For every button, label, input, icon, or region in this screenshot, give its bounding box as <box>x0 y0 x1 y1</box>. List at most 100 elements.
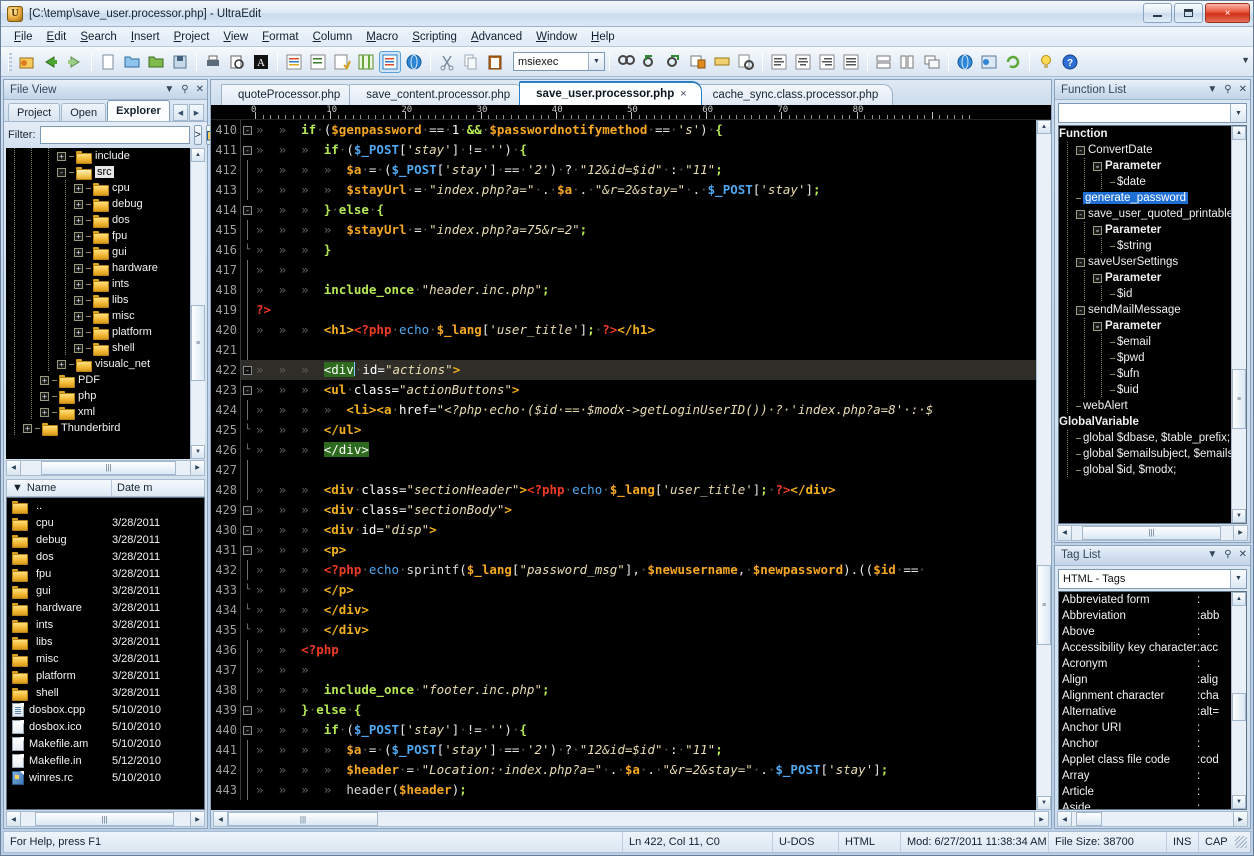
code-line[interactable]: 426└» » » </div> <box>211 440 1036 460</box>
file-list-row[interactable]: Makefile.in5/12/2010 <box>7 753 204 770</box>
function-list-item[interactable]: -Parameter <box>1059 270 1231 286</box>
scroll-right-icon[interactable]: ▶ <box>190 812 204 826</box>
tree-item[interactable]: +ints <box>6 276 190 292</box>
scroll-right-icon[interactable]: ▶ <box>1034 812 1048 826</box>
function-list-item[interactable]: -Parameter <box>1059 318 1231 334</box>
editor-horizontal-scrollbar[interactable]: ◀ ||| ▶ <box>213 811 1049 827</box>
open-folder-icon[interactable] <box>145 51 167 73</box>
tree-vertical-scrollbar[interactable]: ▲ ≡ ▼ <box>190 148 205 459</box>
scroll-thumb[interactable]: ≡ <box>191 305 205 381</box>
column-header-name[interactable]: ▼ Name <box>7 480 112 496</box>
tag-list-items[interactable]: Abbreviated form:Abbreviation:abbAbove:A… <box>1059 592 1231 809</box>
tab-scroll-right-icon[interactable]: ▶ <box>189 104 204 121</box>
tree-expander-icon[interactable]: + <box>74 280 83 289</box>
file-list-row[interactable]: shell3/28/2011 <box>7 685 204 702</box>
fold-marker[interactable] <box>241 320 254 340</box>
code-line[interactable]: 436» » <?php <box>211 640 1036 660</box>
close-icon[interactable]: ✕ <box>1239 550 1247 560</box>
function-list-item[interactable]: webAlert <box>1059 398 1231 414</box>
pin-icon[interactable]: ⚲ <box>1224 85 1231 95</box>
code-line[interactable]: 425└» » » </ul> <box>211 420 1036 440</box>
align-left-icon[interactable] <box>768 51 790 73</box>
tree-item[interactable]: +PDF <box>6 372 190 388</box>
tree-expander-icon[interactable]: - <box>1076 306 1085 315</box>
tab-close-icon[interactable]: × <box>680 88 686 100</box>
function-list-item[interactable]: $date <box>1059 174 1231 190</box>
fold-collapse-icon[interactable]: - <box>243 706 252 715</box>
status-insert-mode[interactable]: INS <box>1167 832 1199 852</box>
function-list-item[interactable]: $uid <box>1059 382 1231 398</box>
file-list-row[interactable]: dos3/28/2011 <box>7 549 204 566</box>
tree-item[interactable]: +php <box>6 388 190 404</box>
tree-expander-icon[interactable]: + <box>40 392 49 401</box>
scroll-track-upper[interactable] <box>191 162 205 305</box>
function-list-vertical-scrollbar[interactable]: ▲ ≡ ▼ <box>1231 126 1246 523</box>
tag-list-item[interactable]: Article: <box>1059 784 1231 800</box>
tag-list-item[interactable]: Align:alig <box>1059 672 1231 688</box>
code-line[interactable]: 443» » » » header($header); <box>211 780 1036 800</box>
scroll-down-icon[interactable]: ▼ <box>1232 795 1246 809</box>
tree-item[interactable]: +platform <box>6 324 190 340</box>
fold-marker[interactable] <box>241 760 254 780</box>
document-tab[interactable]: save_content.processor.php <box>349 84 525 105</box>
function-list-item[interactable]: $id <box>1059 286 1231 302</box>
file-list-row[interactable]: cpu3/28/2011 <box>7 515 204 532</box>
align-center-icon[interactable] <box>792 51 814 73</box>
file-list-row[interactable]: Makefile.am5/10/2010 <box>7 736 204 753</box>
code-line[interactable]: 410-» » if·($genpassword·==·1·&&·$passwo… <box>211 120 1036 140</box>
file-list-row[interactable]: hardware3/28/2011 <box>7 600 204 617</box>
fold-collapse-icon[interactable]: - <box>243 206 252 215</box>
code-line[interactable]: 421 <box>211 340 1036 360</box>
code-line[interactable]: 411-» » » if·($_POST['stay']·!=·'')·{ <box>211 140 1036 160</box>
fold-marker[interactable] <box>241 740 254 760</box>
function-list-item[interactable]: $ufn <box>1059 366 1231 382</box>
tag-list-item[interactable]: Aside: <box>1059 800 1231 809</box>
tree-expander-icon[interactable]: + <box>74 344 83 353</box>
open-recent-icon[interactable] <box>16 51 38 73</box>
tag-list-item[interactable]: Applet class file code:cod <box>1059 752 1231 768</box>
fileview-tab-open[interactable]: Open <box>61 103 106 121</box>
scroll-thumb[interactable]: ≡ <box>1232 369 1246 429</box>
function-list-item[interactable]: -Parameter <box>1059 158 1231 174</box>
menu-item-edit[interactable]: Edit <box>40 29 74 45</box>
fileview-tab-project[interactable]: Project <box>8 103 60 121</box>
fold-marker[interactable] <box>241 400 254 420</box>
tree-expander-icon[interactable]: - <box>1093 162 1102 171</box>
code-line[interactable]: 423-» » » <ul·class="actionButtons"> <box>211 380 1036 400</box>
tree-item[interactable]: +Thunderbird <box>6 420 190 436</box>
align-right-icon[interactable] <box>816 51 838 73</box>
status-language[interactable]: HTML <box>839 832 901 852</box>
fold-marker[interactable] <box>241 300 254 320</box>
fold-marker[interactable] <box>241 160 254 180</box>
code-line[interactable]: 415» » » » $stayUrl·=·"index.php?a=75&r=… <box>211 220 1036 240</box>
menu-item-project[interactable]: Project <box>167 29 217 45</box>
h-scroll-thumb[interactable]: ||| <box>228 812 378 826</box>
fold-marker[interactable]: - <box>241 386 254 395</box>
tree-item[interactable]: +shell <box>6 340 190 356</box>
resize-grip-icon[interactable] <box>1235 836 1247 848</box>
find-in-files-icon[interactable] <box>735 51 757 73</box>
tree-expander-icon[interactable]: + <box>40 376 49 385</box>
tag-list-item[interactable]: Abbreviated form: <box>1059 592 1231 608</box>
print-icon[interactable] <box>202 51 224 73</box>
fold-marker[interactable] <box>241 180 254 200</box>
panel-menu-icon[interactable]: ▼ <box>164 85 174 95</box>
fold-collapse-icon[interactable]: - <box>243 526 252 535</box>
code-line[interactable]: 433└» » » </p> <box>211 580 1036 600</box>
tree-expander-icon[interactable]: - <box>1093 322 1102 331</box>
find-icon[interactable] <box>615 51 637 73</box>
code-line[interactable]: 419?> <box>211 300 1036 320</box>
fold-collapse-icon[interactable]: - <box>243 726 252 735</box>
status-file-format[interactable]: U-DOS <box>773 832 839 852</box>
tree-expander-icon[interactable]: + <box>74 184 83 193</box>
panel-menu-icon[interactable]: ▼ <box>1207 85 1217 95</box>
tree-item[interactable]: +misc <box>6 308 190 324</box>
fold-marker[interactable]: - <box>241 146 254 155</box>
view-list-icon[interactable] <box>379 51 401 73</box>
fold-marker[interactable] <box>241 480 254 500</box>
code-line[interactable]: 429-» » » <div·class="sectionBody"> <box>211 500 1036 520</box>
file-list-horizontal-scrollbar[interactable]: ◀ ||| ▶ <box>6 811 205 827</box>
tag-list-item[interactable]: Acronym: <box>1059 656 1231 672</box>
scroll-left-icon[interactable]: ◀ <box>7 461 21 475</box>
tile-horizontal-icon[interactable] <box>873 51 895 73</box>
